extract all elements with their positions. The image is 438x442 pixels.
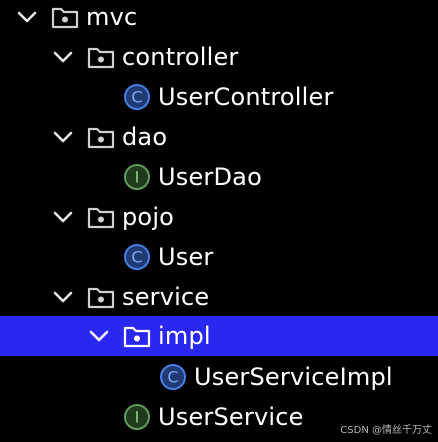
- tree-label-pojo: pojo: [122, 203, 175, 231]
- folder-package-icon: [86, 117, 116, 157]
- svg-text:C: C: [131, 88, 142, 107]
- tree-label-dao: dao: [122, 123, 168, 151]
- svg-text:C: C: [167, 368, 178, 387]
- java-interface-icon: I: [122, 157, 152, 197]
- tree-label-controller: controller: [122, 43, 239, 71]
- tree-label-mvc: mvc: [86, 3, 138, 31]
- svg-text:I: I: [135, 168, 140, 187]
- folder-package-icon: [86, 197, 116, 237]
- tree-node-controller[interactable]: controller: [0, 37, 438, 77]
- folder-package-icon: [122, 316, 152, 356]
- tree-node-impl[interactable]: impl: [0, 316, 438, 356]
- tree-node-user-service-impl[interactable]: C UserServiceImpl: [0, 357, 438, 397]
- java-class-icon: C: [158, 357, 188, 397]
- project-tree: mvc controller C UserController dao I Us…: [0, 0, 438, 442]
- svg-text:I: I: [135, 408, 140, 427]
- folder-package-icon: [86, 37, 116, 77]
- tree-label-user-service-impl: UserServiceImpl: [194, 363, 393, 391]
- tree-node-user[interactable]: C User: [0, 237, 438, 277]
- folder-package-icon: [86, 277, 116, 317]
- tree-node-service[interactable]: service: [0, 277, 438, 317]
- java-class-icon: C: [122, 77, 152, 117]
- tree-label-user-controller: UserController: [158, 83, 334, 111]
- chevron-down-icon[interactable]: [49, 37, 77, 77]
- tree-label-user-dao: UserDao: [158, 163, 262, 191]
- tree-label-user: User: [158, 243, 214, 271]
- chevron-down-icon[interactable]: [49, 277, 77, 317]
- chevron-down-icon[interactable]: [49, 117, 77, 157]
- java-interface-icon: I: [122, 397, 152, 437]
- tree-node-user-controller[interactable]: C UserController: [0, 77, 438, 117]
- watermark: CSDN @情丝千万丈: [340, 425, 432, 436]
- tree-label-impl: impl: [158, 322, 211, 350]
- svg-text:C: C: [131, 248, 142, 267]
- tree-node-mvc[interactable]: mvc: [0, 0, 438, 37]
- tree-node-pojo[interactable]: pojo: [0, 197, 438, 237]
- chevron-down-icon[interactable]: [85, 316, 113, 356]
- tree-label-service: service: [122, 283, 210, 311]
- tree-label-user-service: UserService: [158, 403, 304, 431]
- tree-node-dao[interactable]: dao: [0, 117, 438, 157]
- chevron-down-icon[interactable]: [13, 0, 41, 37]
- tree-node-user-dao[interactable]: I UserDao: [0, 157, 438, 197]
- chevron-down-icon[interactable]: [49, 197, 77, 237]
- folder-package-icon: [50, 0, 80, 37]
- java-class-icon: C: [122, 237, 152, 277]
